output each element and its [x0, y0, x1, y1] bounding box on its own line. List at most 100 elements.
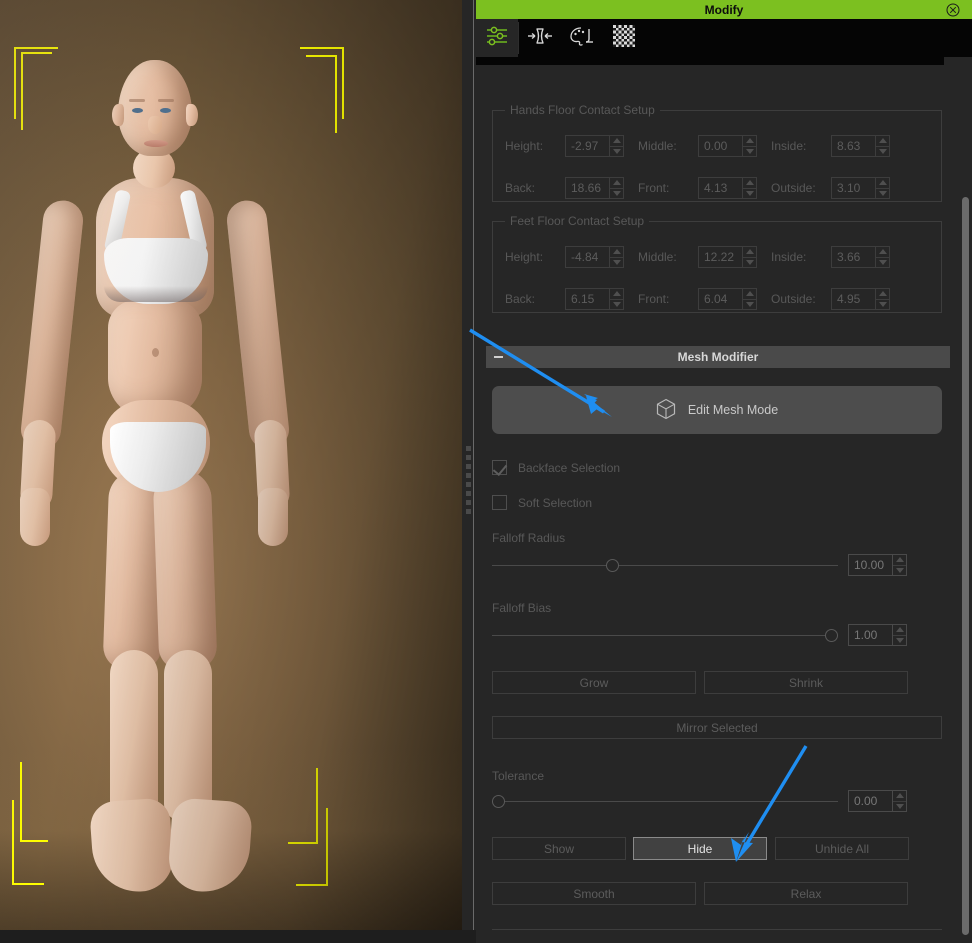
stepper-down-icon[interactable]: [743, 258, 756, 268]
stepper-down-icon[interactable]: [610, 300, 623, 310]
stepper-down-icon[interactable]: [876, 300, 889, 310]
feet-middle-spinner[interactable]: 12.22: [698, 246, 757, 268]
feet-back-stepper[interactable]: [609, 288, 624, 310]
stepper-up-icon[interactable]: [876, 178, 889, 189]
stepper-up-icon[interactable]: [610, 247, 623, 258]
hands-middle-value[interactable]: 0.00: [698, 135, 742, 157]
stepper-up-icon[interactable]: [610, 136, 623, 147]
toolbar-tab-shaping[interactable]: [519, 19, 561, 57]
smooth-button[interactable]: Smooth: [492, 882, 696, 905]
stepper-up-icon[interactable]: [743, 136, 756, 147]
feet-height-value[interactable]: -4.84: [565, 246, 609, 268]
grow-button[interactable]: Grow: [492, 671, 696, 694]
hands-outside-value[interactable]: 3.10: [831, 177, 875, 199]
tolerance-slider-knob[interactable]: [492, 794, 505, 808]
toolbar-tab-surfaces[interactable]: [561, 19, 603, 57]
hands-height-stepper[interactable]: [609, 135, 624, 157]
stepper-down-icon[interactable]: [893, 566, 906, 576]
soft-selection-checkbox-row[interactable]: Soft Selection: [492, 495, 592, 510]
shrink-button[interactable]: Shrink: [704, 671, 908, 694]
falloff-radius-value[interactable]: 10.00: [848, 554, 892, 576]
stepper-down-icon[interactable]: [893, 636, 906, 646]
panel-vertical-scrollbar[interactable]: [958, 57, 972, 943]
feet-middle-value[interactable]: 12.22: [698, 246, 742, 268]
stepper-up-icon[interactable]: [610, 289, 623, 300]
backface-selection-checkbox-row[interactable]: Backface Selection: [492, 460, 620, 475]
falloff-bias-slider[interactable]: [492, 626, 838, 644]
stepper-up-icon[interactable]: [893, 625, 906, 636]
feet-outside-value[interactable]: 4.95: [831, 288, 875, 310]
falloff-bias-stepper[interactable]: [892, 624, 907, 646]
hands-front-spinner[interactable]: 4.13: [698, 177, 757, 199]
tolerance-slider[interactable]: [492, 792, 838, 810]
hands-front-value[interactable]: 4.13: [698, 177, 742, 199]
feet-middle-stepper[interactable]: [742, 246, 757, 268]
tolerance-stepper[interactable]: [892, 790, 907, 812]
stepper-up-icon[interactable]: [876, 247, 889, 258]
feet-front-value[interactable]: 6.04: [698, 288, 742, 310]
stepper-down-icon[interactable]: [876, 189, 889, 199]
stepper-down-icon[interactable]: [743, 189, 756, 199]
feet-back-value[interactable]: 6.15: [565, 288, 609, 310]
3d-viewport[interactable]: [0, 0, 462, 930]
tolerance-spinner[interactable]: 0.00: [848, 790, 907, 812]
stepper-up-icon[interactable]: [893, 555, 906, 566]
stepper-up-icon[interactable]: [876, 289, 889, 300]
stepper-up-icon[interactable]: [743, 178, 756, 189]
hands-back-stepper[interactable]: [609, 177, 624, 199]
soft-selection-checkbox[interactable]: [492, 495, 507, 510]
hands-outside-spinner[interactable]: 3.10: [831, 177, 890, 199]
hands-height-value[interactable]: -2.97: [565, 135, 609, 157]
mesh-modifier-section-header[interactable]: Mesh Modifier: [486, 346, 950, 368]
show-button[interactable]: Show: [492, 837, 626, 860]
feet-inside-value[interactable]: 3.66: [831, 246, 875, 268]
scrollbar-thumb[interactable]: [962, 197, 969, 935]
stepper-down-icon[interactable]: [610, 189, 623, 199]
feet-back-spinner[interactable]: 6.15: [565, 288, 624, 310]
hands-middle-stepper[interactable]: [742, 135, 757, 157]
tolerance-value[interactable]: 0.00: [848, 790, 892, 812]
hide-button[interactable]: Hide: [633, 837, 767, 860]
stepper-up-icon[interactable]: [743, 247, 756, 258]
relax-button[interactable]: Relax: [704, 882, 908, 905]
hands-inside-spinner[interactable]: 8.63: [831, 135, 890, 157]
stepper-down-icon[interactable]: [893, 802, 906, 812]
stepper-up-icon[interactable]: [610, 178, 623, 189]
edit-mesh-mode-button[interactable]: Edit Mesh Mode: [492, 386, 942, 434]
falloff-radius-spinner[interactable]: 10.00: [848, 554, 907, 576]
panel-splitter-handle[interactable]: [462, 0, 476, 930]
toolbar-tab-parameters[interactable]: [476, 19, 518, 57]
feet-height-spinner[interactable]: -4.84: [565, 246, 624, 268]
collapse-minus-icon[interactable]: [494, 356, 503, 358]
feet-inside-stepper[interactable]: [875, 246, 890, 268]
falloff-bias-slider-knob[interactable]: [825, 628, 838, 642]
feet-inside-spinner[interactable]: 3.66: [831, 246, 890, 268]
hands-back-spinner[interactable]: 18.66: [565, 177, 624, 199]
feet-height-stepper[interactable]: [609, 246, 624, 268]
unhide-all-button[interactable]: Unhide All: [775, 837, 909, 860]
feet-outside-stepper[interactable]: [875, 288, 890, 310]
hands-back-value[interactable]: 18.66: [565, 177, 609, 199]
hands-outside-stepper[interactable]: [875, 177, 890, 199]
stepper-down-icon[interactable]: [610, 147, 623, 157]
hands-inside-value[interactable]: 8.63: [831, 135, 875, 157]
toolbar-tab-geometry-editor[interactable]: [603, 19, 645, 57]
falloff-radius-slider-knob[interactable]: [606, 558, 620, 572]
falloff-radius-slider[interactable]: [492, 556, 838, 574]
stepper-down-icon[interactable]: [743, 147, 756, 157]
feet-front-spinner[interactable]: 6.04: [698, 288, 757, 310]
hands-inside-stepper[interactable]: [875, 135, 890, 157]
falloff-radius-stepper[interactable]: [892, 554, 907, 576]
stepper-down-icon[interactable]: [876, 258, 889, 268]
stepper-down-icon[interactable]: [876, 147, 889, 157]
stepper-down-icon[interactable]: [743, 300, 756, 310]
hands-front-stepper[interactable]: [742, 177, 757, 199]
mirror-selected-button[interactable]: Mirror Selected: [492, 716, 942, 739]
falloff-bias-value[interactable]: 1.00: [848, 624, 892, 646]
backface-selection-checkbox[interactable]: [492, 460, 507, 475]
feet-front-stepper[interactable]: [742, 288, 757, 310]
falloff-bias-spinner[interactable]: 1.00: [848, 624, 907, 646]
stepper-up-icon[interactable]: [876, 136, 889, 147]
close-circle-icon[interactable]: [946, 3, 960, 17]
stepper-down-icon[interactable]: [610, 258, 623, 268]
